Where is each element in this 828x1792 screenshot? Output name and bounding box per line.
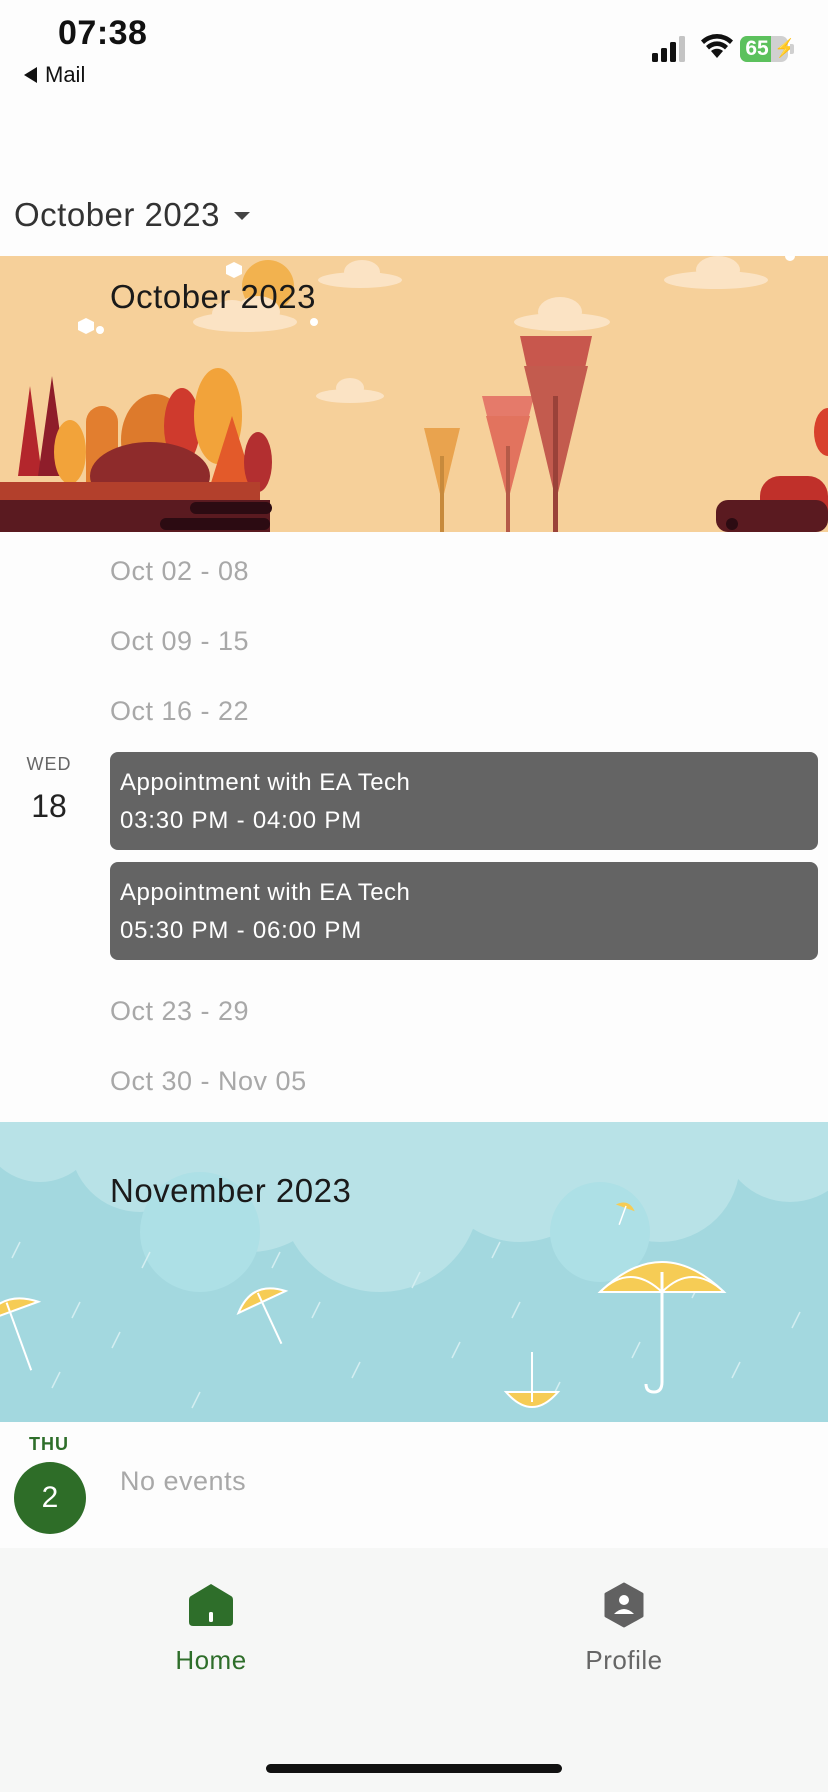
day-date: 18 (31, 788, 67, 824)
november-banner: November 2023 (0, 1122, 828, 1422)
no-events-text: No events (120, 1466, 247, 1496)
event-time: 03:30 PM - 04:00 PM (120, 807, 362, 834)
nav-home-label: Home (175, 1645, 247, 1675)
event-time: 05:30 PM - 06:00 PM (120, 917, 362, 944)
november-title: November 2023 (110, 1172, 352, 1209)
nav-home-tab[interactable]: Home (111, 1582, 311, 1676)
october-banner: October 2023 (0, 256, 828, 532)
rain-umbrellas-illustration (0, 1122, 828, 1409)
back-label: Mail (45, 62, 86, 87)
status-time: 07:38 (58, 14, 148, 52)
week-row[interactable]: Oct 02 - 08 (110, 556, 249, 587)
nav-profile-label: Profile (585, 1645, 663, 1675)
october-title: October 2023 (110, 278, 316, 315)
week-row[interactable]: Oct 16 - 22 (110, 696, 249, 727)
back-arrow-icon (24, 67, 37, 83)
bottom-navigation: Home Profile (0, 1548, 828, 1792)
day-weekday: WED (26, 754, 72, 774)
day-weekday: THU (29, 1434, 69, 1454)
cellular-signal-icon (652, 36, 685, 62)
battery-percent: 65 (745, 37, 769, 60)
caret-down-icon (233, 212, 250, 220)
wifi-icon (701, 34, 733, 58)
week-row[interactable]: Oct 09 - 15 (110, 626, 249, 657)
week-row[interactable]: Oct 23 - 29 (110, 996, 249, 1027)
event-card[interactable]: Appointment with EA Tech 03:30 PM - 04:0… (110, 752, 818, 850)
month-selector-dropdown[interactable]: October 2023 (14, 196, 250, 234)
event-title: Appointment with EA Tech (120, 769, 411, 796)
event-card[interactable]: Appointment with EA Tech 05:30 PM - 06:0… (110, 862, 818, 960)
nav-profile-tab[interactable]: Profile (524, 1582, 724, 1676)
month-selector-label: October 2023 (14, 196, 220, 233)
battery-icon: 65 ⚡ (740, 36, 796, 62)
event-title: Appointment with EA Tech (120, 879, 411, 906)
home-indicator (266, 1764, 562, 1773)
home-icon (189, 1584, 233, 1626)
today-date-circle: 2 (14, 1462, 86, 1534)
week-row[interactable]: Oct 30 - Nov 05 (110, 1066, 307, 1097)
back-to-mail-button[interactable]: Mail (24, 62, 85, 88)
profile-icon (604, 1582, 644, 1628)
